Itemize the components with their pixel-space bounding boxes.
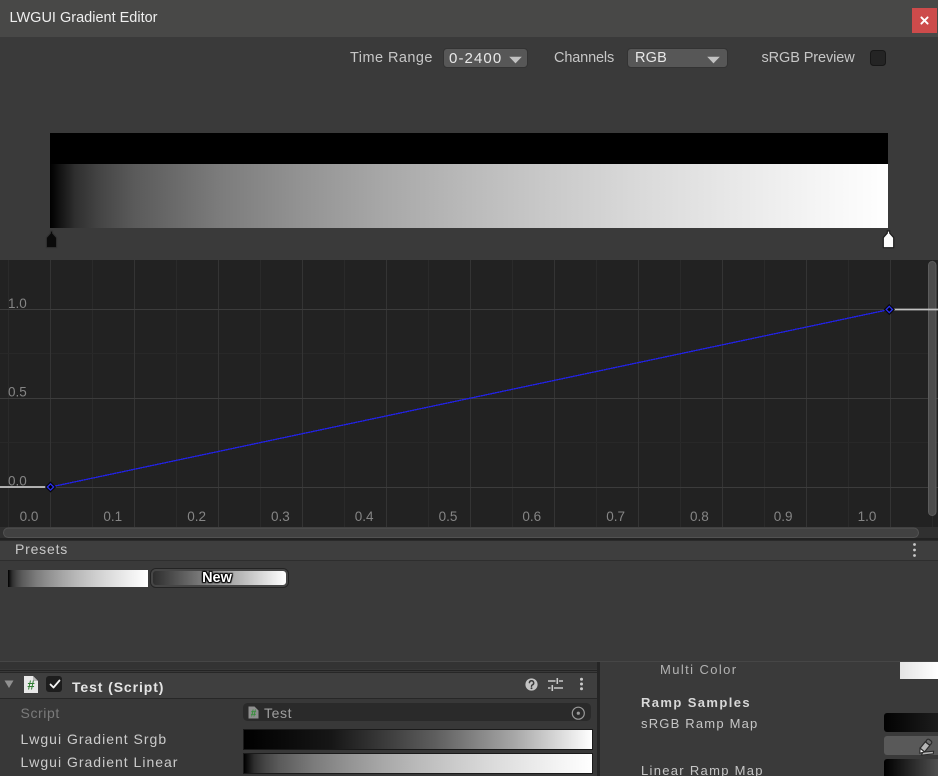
svg-text:0.6: 0.6 — [522, 509, 541, 524]
svg-text:0.5: 0.5 — [8, 385, 27, 400]
svg-text:0.7: 0.7 — [606, 509, 625, 524]
svg-text:0.1: 0.1 — [103, 509, 122, 524]
svg-text:0.4: 0.4 — [355, 509, 374, 524]
svg-text:0.0: 0.0 — [8, 473, 27, 488]
svg-text:0.0: 0.0 — [20, 509, 39, 524]
svg-text:0.5: 0.5 — [439, 509, 458, 524]
svg-text:#: # — [27, 678, 35, 693]
svg-text:#: # — [251, 709, 257, 720]
svg-text:1.0: 1.0 — [858, 509, 877, 524]
svg-text:0.9: 0.9 — [774, 509, 793, 524]
svg-text:1.0: 1.0 — [8, 296, 27, 311]
svg-text:0.8: 0.8 — [690, 509, 709, 524]
svg-text:0.3: 0.3 — [271, 509, 290, 524]
svg-text:0.2: 0.2 — [187, 509, 206, 524]
